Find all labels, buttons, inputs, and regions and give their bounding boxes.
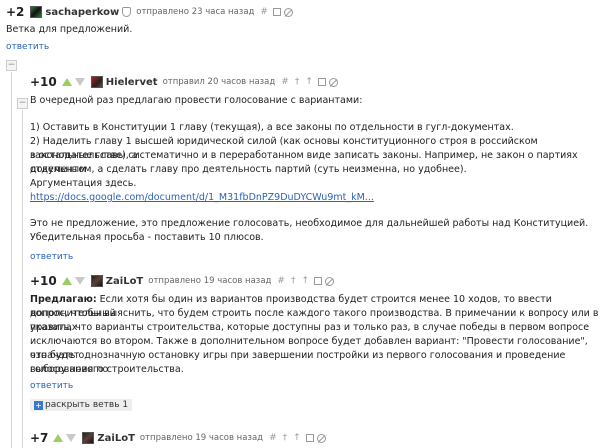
up-icon[interactable]: ↑ (305, 77, 313, 87)
expand-thread-button[interactable]: + раскрыть ветвь 1 (30, 399, 133, 411)
comment-score: +10 (30, 75, 57, 89)
save-icon[interactable] (305, 434, 314, 442)
parent-icon[interactable]: † (283, 433, 288, 443)
block-icon[interactable] (328, 77, 338, 87)
thread-line[interactable] (22, 110, 23, 448)
comment-line: 1) Оставить в Конституции 1 главу (текущ… (30, 122, 514, 133)
comment-header: +2 sachaperkow отправлено 23 часа назад … (6, 4, 293, 20)
collapse-button[interactable]: − (6, 60, 17, 71)
avatar[interactable] (30, 6, 43, 18)
comment-author[interactable]: ZaiLoT (106, 276, 144, 287)
parent-icon[interactable]: † (295, 77, 300, 87)
block-icon[interactable] (316, 433, 326, 443)
parent-icon[interactable]: † (291, 276, 296, 286)
comment-time: отправлено 23 часа назад (136, 7, 255, 17)
comment-body: Ветка для предложений. (6, 24, 133, 35)
comment-line: выбору нового строительства. (30, 364, 184, 375)
reply-link[interactable]: ответить (6, 42, 49, 52)
upvote-icon[interactable] (61, 277, 72, 285)
comment-line: Это не предложение, это предложение голо… (30, 218, 589, 229)
comment-header: +10 Hielervet отправил 20 часов назад # … (30, 74, 338, 90)
avatar[interactable] (82, 432, 95, 444)
save-icon[interactable] (314, 277, 323, 285)
comment-score: +7 (30, 431, 49, 445)
avatar[interactable] (90, 275, 103, 287)
up-icon[interactable]: ↑ (293, 433, 301, 443)
downvote-icon[interactable] (74, 78, 85, 86)
block-icon[interactable] (283, 7, 293, 17)
permalink-icon[interactable]: # (260, 7, 268, 17)
comment-lead: Предлагаю: (30, 294, 97, 305)
save-icon[interactable] (317, 78, 326, 86)
plus-icon: + (34, 400, 43, 410)
upvote-icon[interactable] (53, 434, 64, 442)
avatar[interactable] (90, 76, 103, 88)
comment-time: отправил 20 часов назад (162, 77, 276, 87)
comment-time: отправлено 19 часов назад (139, 433, 264, 443)
reply-link[interactable]: ответить (30, 381, 73, 391)
permalink-icon[interactable]: # (281, 77, 289, 87)
comment-line: В очередной раз предлагаю провести голос… (30, 95, 363, 106)
comment-header: +10 ZaiLoT отправлено 19 часов назад # †… (30, 273, 335, 289)
shield-icon (122, 7, 132, 17)
permalink-icon[interactable]: # (277, 276, 285, 286)
thread-line[interactable] (11, 72, 12, 448)
comment-score: +10 (30, 274, 57, 288)
comment-header: +7 ZaiLoT отправлено 19 часов назад # † … (30, 430, 326, 446)
comment-author[interactable]: sachaperkow (45, 7, 119, 18)
comment-author[interactable]: Hielervet (106, 77, 158, 88)
collapse-button[interactable]: − (17, 98, 28, 109)
downvote-icon[interactable] (74, 277, 85, 285)
downvote-icon[interactable] (66, 434, 77, 442)
up-icon[interactable]: ↑ (301, 276, 309, 286)
comment-line: документом, а сделать главу про деятельн… (30, 164, 467, 175)
document-link[interactable]: https://docs.google.com/document/d/1_M31… (30, 191, 374, 205)
expand-thread-label: раскрыть ветвь 1 (45, 400, 129, 410)
comment-line: Убедительная просьба - поставить 10 плюс… (30, 232, 264, 243)
save-icon[interactable] (272, 8, 281, 16)
block-icon[interactable] (325, 276, 335, 286)
comment-line: указать, что варианты строительства, кот… (30, 322, 590, 333)
comment-time: отправлено 19 часов назад (148, 276, 272, 286)
reply-link[interactable]: ответить (30, 252, 73, 262)
permalink-icon[interactable]: # (269, 433, 277, 443)
comment-line: Аргументация здесь. (30, 178, 137, 189)
upvote-icon[interactable] (61, 78, 72, 86)
comment-score: +2 (6, 5, 25, 19)
comment-author[interactable]: ZaiLoT (97, 433, 135, 444)
